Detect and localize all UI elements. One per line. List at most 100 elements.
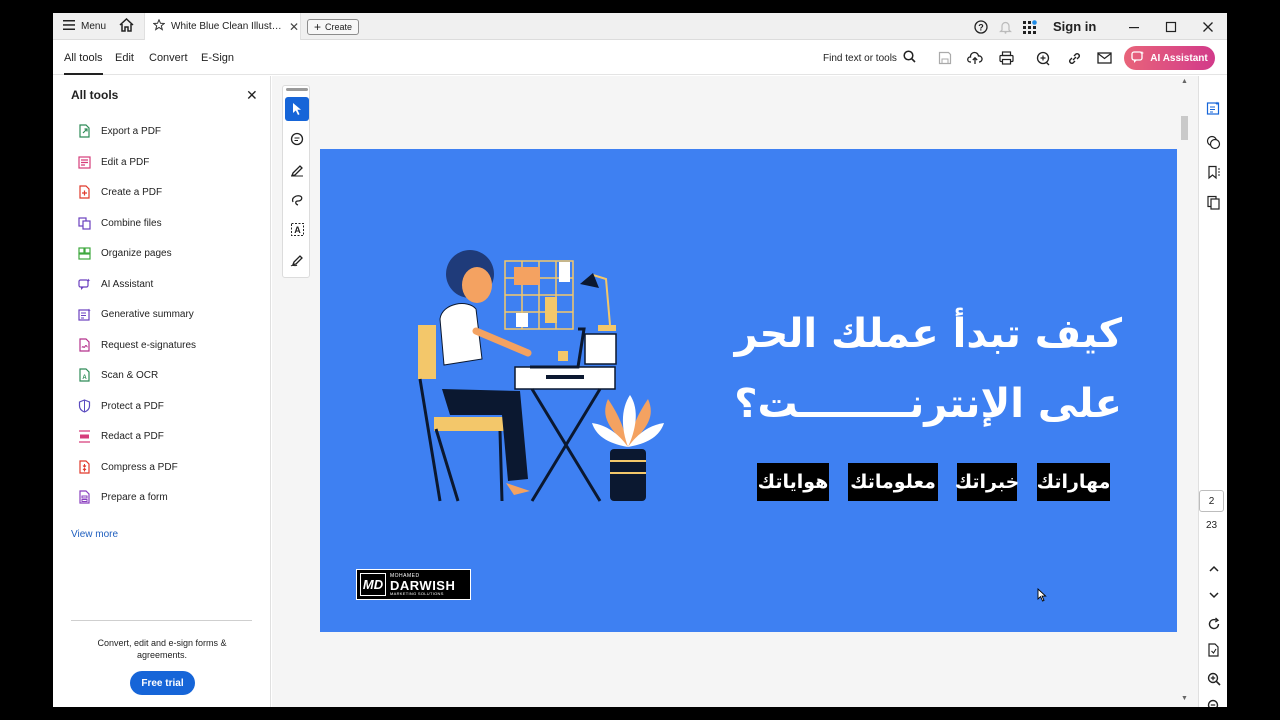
tool-redact-pdf[interactable]: Redact a PDF — [77, 425, 164, 447]
tool-export-pdf[interactable]: Export a PDF — [77, 120, 161, 142]
tool-label: Export a PDF — [101, 125, 162, 137]
tool-generative-summary[interactable]: Generative summary — [77, 303, 194, 325]
text-box-icon[interactable]: A — [285, 217, 309, 241]
generative-summary-icon — [77, 307, 92, 322]
darwish-logo: MD MOHAMED DARWISH MARKETING SOLUTIONS — [356, 569, 471, 600]
menu-button[interactable]: Menu — [63, 13, 106, 40]
tool-label: Scan & OCR — [101, 369, 159, 381]
apps-grid-icon[interactable] — [1023, 13, 1037, 40]
create-pdf-icon — [77, 185, 92, 200]
logo-tagline: MARKETING SOLUTIONS — [390, 590, 444, 596]
sign-in-button[interactable]: Sign in — [1053, 13, 1096, 40]
minimize-icon[interactable] — [1116, 13, 1152, 40]
knowledge-pill: معلوماتك — [848, 463, 938, 501]
rotate-icon[interactable] — [1205, 615, 1222, 632]
document-viewer[interactable]: A كيف تبدأ عملك الحر على الإنترنــــــــ… — [272, 76, 1198, 707]
main-toolbar: All tools Edit Convert E-Sign Find text … — [53, 41, 1227, 75]
hamburger-icon — [63, 20, 75, 33]
svg-text:A: A — [294, 225, 301, 235]
tool-request-esignatures[interactable]: Request e-signatures — [77, 334, 196, 356]
tool-edit-pdf[interactable]: Edit a PDF — [77, 151, 149, 173]
page-edit-icon[interactable] — [1205, 100, 1222, 117]
find-tools-search[interactable]: Find text or tools — [823, 41, 916, 75]
save-icon[interactable] — [937, 50, 953, 66]
chevron-up-icon[interactable] — [1205, 560, 1222, 577]
title-bar: Menu White Blue Clean Illustra... ✕ + Cr… — [53, 13, 1227, 40]
link-icon[interactable] — [1066, 50, 1082, 66]
tool-organize-pages[interactable]: Organize pages — [77, 242, 172, 264]
scroll-up-icon[interactable]: ▲ — [1181, 78, 1188, 85]
ai-assistant-label: AI Assistant — [1150, 52, 1208, 64]
ai-assistant-icon — [77, 277, 92, 292]
scroll-down-icon[interactable]: ▼ — [1181, 695, 1188, 702]
svg-text:A: A — [82, 375, 87, 381]
all-tools-panel: All tools ✕ Export a PDF Edit a PDF Crea… — [53, 76, 271, 707]
home-icon — [119, 17, 134, 35]
bookmark-icon[interactable] — [1205, 164, 1222, 181]
tab-convert[interactable]: Convert — [149, 41, 188, 75]
page-number-input[interactable]: 2 — [1199, 490, 1224, 512]
page-thumbnails-icon[interactable] — [1205, 194, 1222, 211]
tool-create-pdf[interactable]: Create a PDF — [77, 181, 162, 203]
page-total: 23 — [1205, 520, 1218, 531]
highlight-pen-icon[interactable] — [285, 157, 309, 181]
tab-all-tools[interactable]: All tools — [64, 41, 103, 75]
tool-compress-pdf[interactable]: Compress a PDF — [77, 456, 178, 478]
tool-label: Prepare a form — [101, 491, 168, 503]
right-rail: 2 23 — [1198, 76, 1227, 707]
acrobat-window: Menu White Blue Clean Illustra... ✕ + Cr… — [53, 13, 1227, 707]
mouse-pointer-icon — [1037, 587, 1047, 607]
promo-text: Convert, edit and e-sign forms & agreeme… — [97, 638, 227, 660]
print-icon[interactable] — [998, 50, 1014, 66]
tool-scan-ocr[interactable]: A Scan & OCR — [77, 364, 158, 386]
tab-edit[interactable]: Edit — [115, 41, 134, 75]
free-trial-button[interactable]: Free trial — [130, 671, 195, 695]
zoom-in-icon[interactable] — [1205, 670, 1222, 687]
page-fit-icon[interactable] — [1205, 642, 1222, 659]
experience-pill: خبراتك — [955, 463, 1019, 501]
close-panel-icon[interactable]: ✕ — [246, 87, 258, 104]
ai-assistant-button[interactable]: AI Assistant — [1124, 46, 1215, 70]
tool-prepare-form[interactable]: Prepare a form — [77, 486, 168, 508]
slide-headline-line1: كيف تبدأ عملك الحر — [734, 311, 1122, 357]
tool-label: Edit a PDF — [101, 156, 150, 168]
comment-add-icon[interactable] — [1035, 50, 1051, 66]
tool-ai-assistant[interactable]: AI Assistant — [77, 273, 153, 295]
close-tab-icon[interactable]: ✕ — [289, 20, 299, 34]
help-icon[interactable]: ? — [974, 13, 988, 40]
toolbar-grip[interactable] — [286, 88, 308, 91]
protect-pdf-icon — [77, 399, 92, 414]
vertical-scrollbar[interactable]: ▲ ▼ — [1179, 76, 1190, 707]
email-icon[interactable] — [1096, 50, 1112, 66]
tool-label: Create a PDF — [101, 186, 163, 198]
sign-pen-icon[interactable] — [285, 247, 309, 271]
scan-ocr-icon: A — [77, 368, 92, 383]
star-icon[interactable] — [152, 18, 166, 34]
tool-combine-files[interactable]: Combine files — [77, 212, 162, 234]
tab-title: White Blue Clean Illustra... — [171, 21, 283, 32]
maximize-icon[interactable] — [1153, 13, 1189, 40]
tool-label: Combine files — [101, 217, 162, 229]
panel-title: All tools — [71, 88, 119, 102]
create-button[interactable]: + Create — [307, 19, 360, 35]
document-tab[interactable]: White Blue Clean Illustra... ✕ — [144, 13, 301, 40]
zoom-out-icon[interactable] — [1205, 697, 1222, 707]
redact-pdf-icon — [77, 429, 92, 444]
tab-esign[interactable]: E-Sign — [201, 41, 234, 75]
hobbies-pill: هواياتك — [757, 463, 829, 501]
freehand-draw-icon[interactable] — [285, 187, 309, 211]
tool-protect-pdf[interactable]: Protect a PDF — [77, 395, 164, 417]
close-window-icon[interactable] — [1190, 13, 1226, 40]
upload-cloud-icon[interactable] — [967, 50, 983, 66]
select-cursor-icon[interactable] — [285, 97, 309, 121]
logo-last-name: DARWISH — [390, 577, 456, 593]
view-more-link[interactable]: View more — [71, 529, 118, 540]
bell-icon[interactable] — [999, 13, 1012, 40]
scrollbar-thumb[interactable] — [1181, 116, 1188, 140]
home-button[interactable] — [119, 13, 134, 40]
svg-text:?: ? — [978, 22, 984, 32]
chevron-down-icon[interactable] — [1205, 586, 1222, 603]
add-comment-icon[interactable] — [285, 127, 309, 151]
quick-tools-bar: A — [282, 85, 310, 278]
comments-icon[interactable] — [1205, 134, 1222, 151]
